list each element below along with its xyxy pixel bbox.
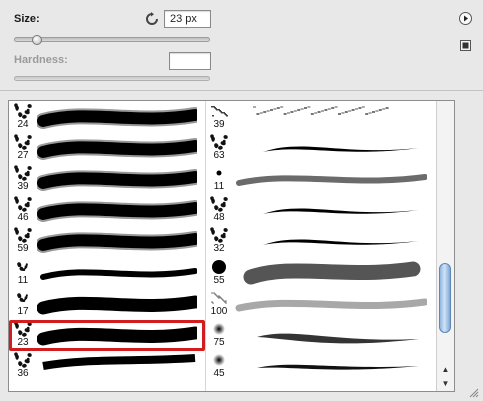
brush-size-label: 27: [17, 150, 29, 162]
brush-size-label: 32: [213, 243, 225, 255]
spatter-tip-icon: [14, 103, 32, 119]
brush-size-label: 39: [213, 119, 225, 130]
brush-size-label: 46: [17, 212, 29, 224]
brush-preset-left-8[interactable]: 36: [9, 351, 205, 382]
brush-size-label: 24: [17, 119, 29, 130]
brush-size-label: 48: [213, 212, 225, 224]
brush-size-label: 45: [213, 367, 225, 379]
brush-size-label: 11: [213, 181, 225, 193]
brush-size-label: 59: [17, 243, 29, 255]
brush-preset-right-4[interactable]: 32: [205, 226, 435, 257]
scroll-up-button[interactable]: ▲: [438, 363, 453, 376]
brush-size-label: 75: [213, 336, 225, 348]
hardness-label: Hardness:: [14, 54, 68, 66]
brush-preset-right-3[interactable]: 48: [205, 195, 435, 226]
partial-stroke-preview: [42, 353, 196, 370]
brush-size-label: 55: [213, 274, 225, 286]
gray-rough-stroke-preview: [236, 174, 427, 187]
brush-size-label: 100: [210, 305, 228, 317]
vertical-scrollbar[interactable]: ▲ ▼: [436, 101, 454, 391]
brush-size-label: 11: [17, 274, 29, 286]
size-label: Size:: [14, 13, 40, 25]
brush-preset-left-5[interactable]: 11: [9, 258, 205, 289]
soft-round-tip-icon: [213, 353, 225, 366]
brush-preset-right-2[interactable]: 11: [205, 164, 435, 195]
taper-stroke-preview: [263, 239, 419, 246]
size-slider-track[interactable]: [14, 37, 210, 42]
soft-taper-stroke-preview: [257, 333, 419, 344]
size-input[interactable]: 23 px: [164, 10, 211, 28]
brush-preset-right-8[interactable]: 45: [205, 351, 435, 382]
brush-preset-left-2[interactable]: 39: [9, 164, 205, 195]
spatter-tip-icon: [210, 196, 228, 212]
brush-preset-right-1[interactable]: 63: [205, 133, 435, 164]
taper-stroke-preview: [263, 146, 419, 153]
resize-grip-icon[interactable]: [467, 386, 479, 398]
hardness-input[interactable]: [169, 52, 211, 70]
gray-wide-stroke-preview: [243, 261, 421, 284]
spatter-small-tip-icon: [17, 261, 28, 271]
new-preset-icon[interactable]: [460, 40, 471, 51]
brush-preset-left-6[interactable]: 17: [9, 289, 205, 320]
spatter-small-tip-icon: [17, 292, 28, 302]
taper-stroke-preview: [263, 208, 419, 215]
thick-soft-stroke-preview: [37, 200, 197, 223]
brush-presets-list: 24 27 39 46 59 11 17 23 36 39 63 11 48 32 55 100 75 45 ▲ …: [8, 100, 455, 392]
brush-preset-right-5[interactable]: 55: [205, 258, 435, 289]
brush-preset-left-3[interactable]: 46: [9, 195, 205, 226]
reset-icon[interactable]: [145, 12, 159, 26]
scrollbar-thumb[interactable]: [439, 262, 451, 333]
brush-preset-left-0[interactable]: 24: [9, 102, 205, 133]
size-slider-thumb[interactable]: [31, 35, 42, 45]
thick-soft-stroke-preview: [37, 231, 197, 254]
rough-taper-stroke-preview: [257, 364, 419, 370]
thick-soft-stroke-preview: [37, 138, 197, 161]
brush-preset-right-0[interactable]: 39: [205, 102, 435, 133]
spatter-tip-icon: [14, 196, 32, 212]
brush-size-label: 63: [213, 150, 225, 162]
brush-size-label: 39: [17, 181, 29, 193]
brush-preset-left-1[interactable]: 27: [9, 133, 205, 164]
brush-preset-right-7[interactable]: 75: [205, 320, 435, 351]
spatter-tip-icon: [210, 134, 228, 150]
flyout-menu-icon[interactable]: [459, 12, 472, 25]
brush-preset-left-4[interactable]: 59: [9, 226, 205, 257]
dot-small-tip-icon: [216, 170, 222, 176]
thick-soft-stroke-preview: [37, 107, 197, 129]
thick-stroke-preview: [37, 295, 197, 315]
medium-stroke-preview: [40, 267, 197, 280]
brush-preset-right-6[interactable]: 100: [205, 289, 435, 320]
spatter-tip-icon: [14, 352, 32, 368]
thick-soft-stroke-preview: [37, 169, 197, 192]
dotted-tip-icon: [211, 291, 227, 304]
selected-preset-highlight: [9, 319, 205, 351]
chalk-stroke-preview: [253, 106, 389, 115]
spatter-tip-icon: [14, 227, 32, 244]
column-divider: [205, 101, 206, 391]
brush-preset-left-7[interactable]: 23: [9, 319, 205, 351]
spatter-tip-icon: [14, 134, 32, 150]
divider: [0, 90, 483, 91]
brush-size-label: 36: [17, 367, 29, 379]
gray-faint-stroke-preview: [235, 298, 427, 312]
scroll-down-button[interactable]: ▼: [438, 377, 453, 390]
hardness-slider-track: [14, 76, 210, 81]
brush-size-label: 17: [17, 305, 29, 317]
spatter-tip-icon: [210, 227, 228, 244]
hard-round-tip-icon: [212, 259, 226, 274]
spatter-tip-icon: [14, 165, 32, 181]
chalk-tip-icon: [211, 106, 228, 117]
soft-round-tip-icon: [213, 322, 225, 335]
